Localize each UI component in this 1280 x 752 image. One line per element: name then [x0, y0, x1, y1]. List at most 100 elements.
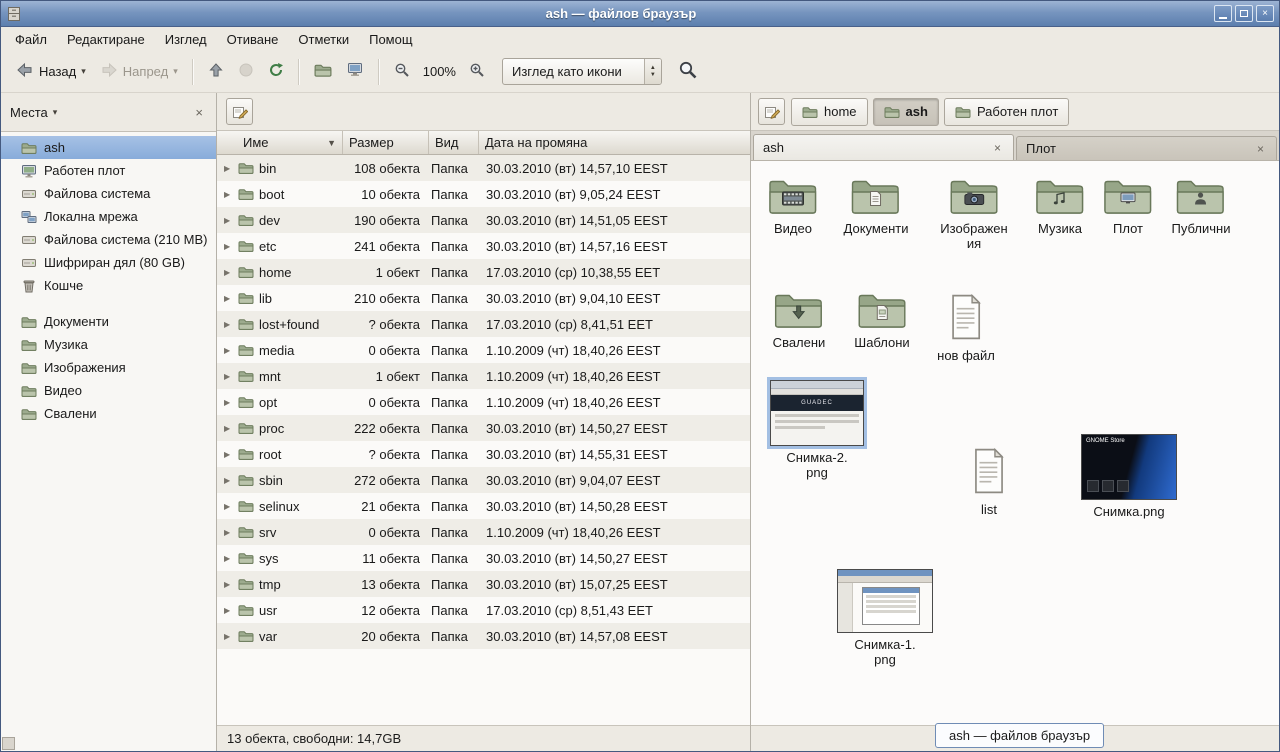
expander-icon[interactable]: ▶ — [224, 294, 233, 303]
file-row[interactable]: ▶lost+found? обектаПапка17.03.2010 (ср) … — [217, 311, 750, 337]
back-button[interactable]: Назад ▾ — [9, 57, 93, 86]
expander-icon[interactable]: ▶ — [224, 554, 233, 563]
icon-view-item[interactable]: Свалени — [773, 291, 826, 351]
icon-view-item[interactable]: list — [970, 447, 1008, 518]
expander-icon[interactable]: ▶ — [224, 606, 233, 615]
file-row[interactable]: ▶root? обектаПапка30.03.2010 (вт) 14,55,… — [217, 441, 750, 467]
sidebar-close-icon[interactable]: × — [191, 103, 207, 122]
file-row[interactable]: ▶tmp13 обектаПапка30.03.2010 (вт) 15,07,… — [217, 571, 750, 597]
column-header[interactable]: Дата на промяна — [479, 131, 750, 154]
tab[interactable]: ash× — [753, 134, 1014, 160]
path-button[interactable]: home — [791, 98, 868, 126]
reload-button[interactable] — [261, 57, 291, 86]
menu-item-0[interactable]: Файл — [5, 29, 57, 50]
file-row[interactable]: ▶var20 обектаПапка30.03.2010 (вт) 14,57,… — [217, 623, 750, 649]
stop-button[interactable] — [231, 57, 261, 86]
resize-grip[interactable] — [2, 737, 15, 750]
menu-item-3[interactable]: Отиване — [217, 29, 289, 50]
home-button[interactable] — [307, 57, 339, 86]
sidebar-item[interactable]: Изображения — [1, 356, 216, 379]
sidebar-item[interactable]: Локална мрежа — [1, 205, 216, 228]
up-button[interactable] — [201, 57, 231, 86]
icon-view-item[interactable]: GNOME StoreСнимка.png — [1081, 434, 1177, 520]
zoom-in-button[interactable] — [462, 57, 492, 86]
sidebar-item[interactable]: Видео — [1, 379, 216, 402]
menu-item-2[interactable]: Изглед — [155, 29, 217, 50]
column-header[interactable]: Размер — [343, 131, 429, 154]
expander-icon[interactable]: ▶ — [224, 268, 233, 277]
forward-button[interactable]: Напред ▾ — [93, 57, 185, 86]
menu-item-1[interactable]: Редактиране — [57, 29, 155, 50]
expander-icon[interactable]: ▶ — [224, 502, 233, 511]
file-row[interactable]: ▶boot10 обектаПапка30.03.2010 (вт) 9,05,… — [217, 181, 750, 207]
file-row[interactable]: ▶home1 обектПапка17.03.2010 (ср) 10,38,5… — [217, 259, 750, 285]
sidebar-item[interactable]: Файлова система (210 MB) — [1, 228, 216, 251]
expander-icon[interactable]: ▶ — [224, 320, 233, 329]
file-row[interactable]: ▶selinux21 обектаПапка30.03.2010 (вт) 14… — [217, 493, 750, 519]
icon-view-item[interactable]: Музика — [1035, 177, 1085, 237]
file-row[interactable]: ▶lib210 обектаПапка30.03.2010 (вт) 9,04,… — [217, 285, 750, 311]
column-header[interactable]: Вид — [429, 131, 479, 154]
column-header[interactable]: Име▼ — [217, 131, 343, 154]
icon-view-item[interactable]: Снимка-1.png — [837, 569, 933, 668]
expander-icon[interactable]: ▶ — [224, 190, 233, 199]
icon-view-item[interactable]: нов файл — [937, 293, 995, 364]
close-button[interactable]: × — [1256, 5, 1274, 22]
expander-icon[interactable]: ▶ — [224, 164, 233, 173]
tab-close-icon[interactable]: × — [1254, 141, 1267, 157]
expander-icon[interactable]: ▶ — [224, 216, 233, 225]
path-button[interactable]: Работен плот — [944, 98, 1069, 126]
icon-view-item[interactable]: Публични — [1172, 177, 1231, 237]
sidebar-item[interactable]: Свалени — [1, 402, 216, 425]
location-toggle-button[interactable] — [226, 98, 253, 125]
sidebar-item[interactable]: Музика — [1, 333, 216, 356]
sidebar-mode-chevron-icon[interactable]: ▾ — [53, 107, 58, 118]
expander-icon[interactable]: ▶ — [224, 398, 233, 407]
sidebar-item[interactable]: Работен плот — [1, 159, 216, 182]
expander-icon[interactable]: ▶ — [224, 242, 233, 251]
expander-icon[interactable]: ▶ — [224, 346, 233, 355]
expander-icon[interactable]: ▶ — [224, 424, 233, 433]
icon-view-item[interactable]: Видео — [768, 177, 818, 237]
file-row[interactable]: ▶mnt1 обектПапка1.10.2009 (чт) 18,40,26 … — [217, 363, 750, 389]
search-button[interactable] — [674, 56, 702, 87]
expander-icon[interactable]: ▶ — [224, 580, 233, 589]
icon-view-item[interactable]: Изображения — [940, 177, 1007, 252]
icon-view-item[interactable]: GUADECСнимка-2.png — [770, 380, 864, 481]
computer-button[interactable] — [339, 57, 371, 86]
location-toggle-button[interactable] — [758, 98, 785, 125]
file-row[interactable]: ▶dev190 обектаПапка30.03.2010 (вт) 14,51… — [217, 207, 750, 233]
maximize-button[interactable] — [1235, 5, 1253, 22]
file-row[interactable]: ▶etc241 обектаПапка30.03.2010 (вт) 14,57… — [217, 233, 750, 259]
tab[interactable]: Плот× — [1016, 136, 1277, 160]
expander-icon[interactable]: ▶ — [224, 372, 233, 381]
sidebar-item[interactable]: ash — [1, 136, 216, 159]
icon-view-item[interactable]: Шаблони — [854, 291, 909, 351]
combo-spinner-icon[interactable]: ▲▼ — [644, 59, 661, 84]
file-row[interactable]: ▶sys11 обектаПапка30.03.2010 (вт) 14,50,… — [217, 545, 750, 571]
icon-view-item[interactable]: Документи — [844, 177, 909, 237]
menu-item-4[interactable]: Отметки — [288, 29, 359, 50]
minimize-button[interactable] — [1214, 5, 1232, 22]
expander-icon[interactable]: ▶ — [224, 476, 233, 485]
file-row[interactable]: ▶sbin272 обектаПапка30.03.2010 (вт) 9,04… — [217, 467, 750, 493]
icon-view-item[interactable]: Плот — [1103, 177, 1153, 237]
zoom-out-button[interactable] — [387, 57, 417, 86]
file-row[interactable]: ▶usr12 обектаПапка17.03.2010 (ср) 8,51,4… — [217, 597, 750, 623]
menu-item-5[interactable]: Помощ — [359, 29, 422, 50]
titlebar[interactable]: ash — файлов браузър × — [1, 1, 1279, 27]
expander-icon[interactable]: ▶ — [224, 450, 233, 459]
expander-icon[interactable]: ▶ — [224, 528, 233, 537]
sidebar-item[interactable]: Шифриран дял (80 GB) — [1, 251, 216, 274]
back-history-chevron-icon[interactable]: ▾ — [81, 66, 86, 77]
view-mode-select[interactable]: Изглед като икони ▲▼ — [502, 58, 662, 85]
file-row[interactable]: ▶media0 обектаПапка1.10.2009 (чт) 18,40,… — [217, 337, 750, 363]
path-button[interactable]: ash — [873, 98, 939, 126]
file-row[interactable]: ▶opt0 обектаПапка1.10.2009 (чт) 18,40,26… — [217, 389, 750, 415]
file-row[interactable]: ▶proc222 обектаПапка30.03.2010 (вт) 14,5… — [217, 415, 750, 441]
tab-close-icon[interactable]: × — [991, 140, 1004, 156]
expander-icon[interactable]: ▶ — [224, 632, 233, 641]
file-row[interactable]: ▶srv0 обектаПапка1.10.2009 (чт) 18,40,26… — [217, 519, 750, 545]
sidebar-item[interactable]: Файлова система — [1, 182, 216, 205]
sidebar-item[interactable]: Документи — [1, 310, 216, 333]
